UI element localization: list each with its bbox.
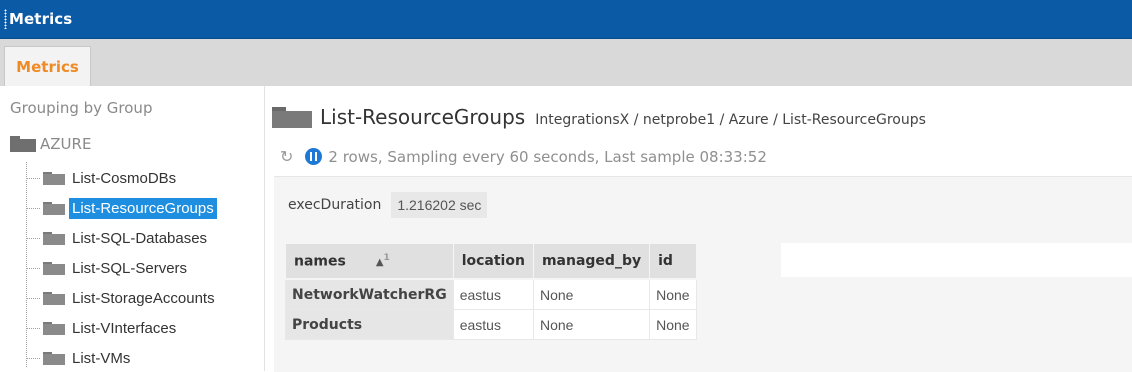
sidebar-item-list-vinterfaces[interactable]: List-VInterfaces xyxy=(26,315,179,341)
folder-icon xyxy=(10,136,36,152)
sampler-icon xyxy=(43,201,65,215)
sidebar-item-label: List-ResourceGroups xyxy=(69,197,217,219)
column-header-id[interactable]: id xyxy=(649,243,697,280)
dataview-panel: execDuration 1.216202 sec names ▲1 locati… xyxy=(274,176,1132,372)
sampler-icon xyxy=(43,291,65,305)
sample-header: List-ResourceGroups IntegrationsX / netp… xyxy=(272,105,926,129)
sidebar-item-list-cosmodbs[interactable]: List-CosmoDBs xyxy=(26,165,179,191)
grouping-label[interactable]: Grouping by Group xyxy=(10,99,152,117)
window-title: Metrics xyxy=(9,10,73,28)
sampling-status: 2 rows, Sampling every 60 seconds, Last … xyxy=(328,147,767,166)
table-cell[interactable]: eastus xyxy=(452,309,534,340)
sort-ascending-icon: ▲ xyxy=(375,257,384,269)
table-cell[interactable]: None xyxy=(532,309,651,340)
sampler-icon xyxy=(272,106,312,128)
sampler-icon xyxy=(43,351,65,365)
sidebar-item-list-resourcegroups[interactable]: List-ResourceGroups xyxy=(26,195,217,221)
column-header-location[interactable]: location xyxy=(452,243,534,280)
table-header-row: names ▲1 location managed_by id xyxy=(285,243,697,280)
window-titlebar: Metrics xyxy=(0,0,1132,39)
sidebar-item-label: List-VInterfaces xyxy=(72,319,177,337)
tree-root-azure[interactable]: AZURE xyxy=(10,135,91,153)
sampler-icon xyxy=(43,321,65,335)
table-cell[interactable]: None xyxy=(532,278,651,310)
pause-icon[interactable] xyxy=(305,148,323,165)
sampler-icon xyxy=(43,261,65,275)
page-title: List-ResourceGroups xyxy=(320,105,526,129)
sidebar-item-label: List-SQL-Databases xyxy=(72,229,208,247)
drag-grip-icon[interactable] xyxy=(4,9,7,29)
sort-index: 1 xyxy=(383,252,390,263)
row-name-cell[interactable]: Products xyxy=(285,309,454,340)
breadcrumb: IntegrationsX / netprobe1 / Azure / List… xyxy=(535,112,926,128)
data-table: names ▲1 location managed_by id NetworkWa… xyxy=(285,243,697,340)
tab-bar: Metrics xyxy=(0,39,1132,86)
tab-metrics[interactable]: Metrics xyxy=(4,46,91,86)
headline-name: execDuration xyxy=(288,197,382,213)
sidebar-item-label: List-StorageAccounts xyxy=(72,289,215,307)
column-header-names[interactable]: names ▲1 xyxy=(285,243,454,280)
sidebar-item-list-storageaccounts[interactable]: List-StorageAccounts xyxy=(26,285,218,311)
sidebar-item-list-sql-databases[interactable]: List-SQL-Databases xyxy=(26,225,210,251)
headline: execDuration 1.216202 sec xyxy=(288,192,488,218)
sidebar-item-label: List-SQL-Servers xyxy=(72,259,188,277)
tree-root-label: AZURE xyxy=(40,135,92,153)
table-cell[interactable]: None xyxy=(649,309,697,340)
sidebar: Grouping by Group AZURE List-CosmoDBs Li… xyxy=(0,86,265,371)
main-content: List-ResourceGroups IntegrationsX / netp… xyxy=(266,86,1132,372)
table-cell[interactable]: eastus xyxy=(452,278,534,310)
sidebar-item-list-vms[interactable]: List-VMs xyxy=(26,345,133,371)
table-row[interactable]: Products eastus None None xyxy=(285,309,697,340)
headline-value[interactable]: 1.216202 sec xyxy=(391,192,488,218)
sampler-icon xyxy=(43,231,65,245)
table-cell[interactable]: None xyxy=(649,278,697,310)
table-row[interactable]: NetworkWatcherRG eastus None None xyxy=(285,278,697,310)
refresh-icon[interactable]: ↻ xyxy=(280,147,293,166)
row-name-cell[interactable]: NetworkWatcherRG xyxy=(285,278,454,310)
sidebar-item-list-sql-servers[interactable]: List-SQL-Servers xyxy=(26,255,190,281)
status-bar: ↻ 2 rows, Sampling every 60 seconds, Las… xyxy=(280,147,767,166)
sidebar-item-label: List-CosmoDBs xyxy=(72,169,177,187)
column-header-managed-by[interactable]: managed_by xyxy=(532,243,651,280)
table-header-filler xyxy=(781,243,1132,277)
sidebar-item-label: List-VMs xyxy=(72,349,131,367)
sampler-icon xyxy=(43,171,65,185)
